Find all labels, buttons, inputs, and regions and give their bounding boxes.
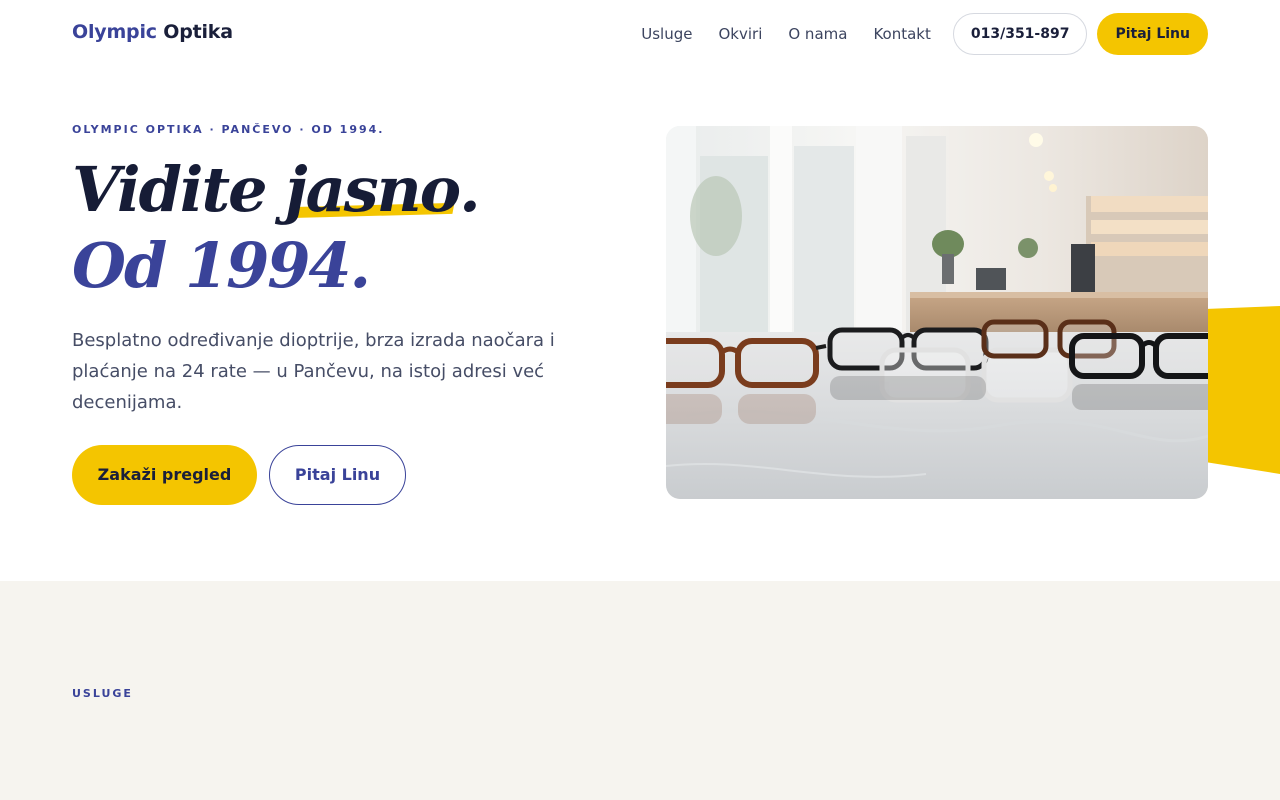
hero-title-line1: Vidite jasno. (72, 152, 481, 228)
ask-lina-button[interactable]: Pitaj Linu (269, 445, 406, 505)
hero-title: Vidite jasno. Od 1994. (72, 152, 481, 304)
book-exam-button[interactable]: Zakaži pregled (72, 445, 257, 505)
ask-lina-header-button[interactable]: Pitaj Linu (1097, 13, 1208, 55)
nav-link-okviri[interactable]: Okviri (718, 13, 762, 55)
brand-name-part1: Olympic (72, 21, 157, 43)
main-nav: Usluge Okviri O nama Kontakt 013/351-897… (641, 13, 1208, 55)
nav-link-usluge[interactable]: Usluge (641, 13, 692, 55)
nav-link-kontakt[interactable]: Kontakt (873, 13, 930, 55)
brand-logo[interactable]: Olympic Optika (72, 21, 233, 43)
hero-title-dot: . (459, 153, 481, 226)
site-header: Olympic Optika Usluge Okviri O nama Kont… (0, 0, 1280, 68)
glasses-on-counter-image (666, 126, 1208, 499)
hero-title-word: Vidite (72, 153, 268, 226)
hero-title-line2: Od 1994. (72, 229, 371, 302)
nav-link-o-nama[interactable]: O nama (788, 13, 847, 55)
hero-image (666, 126, 1208, 499)
services-section: USLUGE (0, 581, 1280, 800)
phone-button[interactable]: 013/351-897 (952, 13, 1088, 55)
services-label: USLUGE (72, 687, 133, 700)
hero-title-highlight: jasno (285, 153, 461, 226)
hero-lead: Besplatno određivanje dioptrije, brza iz… (72, 330, 555, 413)
hero-eyebrow: OLYMPIC OPTIKA · PANČEVO · OD 1994. (72, 123, 385, 136)
brand-name-part2: Optika (163, 21, 233, 43)
